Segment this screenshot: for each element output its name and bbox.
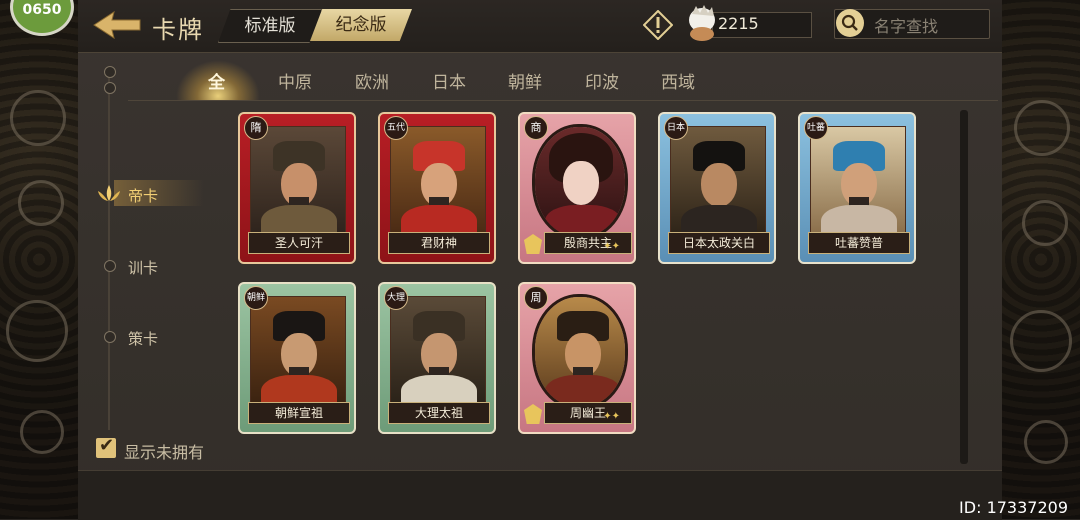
card-yinshang-gongzhu[interactable]: 商 殷商共主 ✦✦: [518, 112, 636, 264]
rank-star-icon: ✦✦: [603, 411, 620, 422]
swirl-ornament: [1010, 310, 1072, 372]
tab-japan[interactable]: 日本: [432, 68, 466, 93]
dynasty-badge: 五代: [384, 116, 408, 140]
right-decorative-border: [1002, 0, 1080, 519]
swirl-ornament: [18, 180, 64, 226]
card-name: 圣人可汗: [248, 232, 350, 254]
top-bar: 卡牌 标准版 纪念版 2215 名字查找: [78, 0, 1002, 53]
dynasty-badge: 隋: [244, 116, 268, 140]
search-icon[interactable]: [836, 9, 864, 37]
rail-node: [104, 82, 116, 94]
dynasty-badge: 商: [524, 116, 548, 140]
tab-all[interactable]: 全: [208, 68, 225, 93]
card-japan-kanpaku[interactable]: 日本 日本太政关白: [658, 112, 776, 264]
tab-korea[interactable]: 朝鲜: [508, 68, 542, 93]
card-name: 吐蕃赞普: [808, 232, 910, 254]
corner-badge[interactable]: 0650: [10, 0, 74, 36]
card-portrait: [670, 126, 766, 236]
search-placeholder: 名字查找: [874, 17, 939, 36]
swirl-ornament: [1022, 200, 1068, 246]
rail-node: [104, 66, 116, 78]
main-panel: 卡牌 标准版 纪念版 2215 名字查找 全 中原 欧洲 日本 朝鲜 印波 西域…: [78, 0, 1002, 520]
category-strategy[interactable]: 策卡: [128, 328, 158, 349]
tab-zhongyuan[interactable]: 中原: [278, 68, 312, 93]
rail-node: [104, 260, 116, 272]
card-list-scrollbar[interactable]: [960, 110, 968, 464]
card-tubo-zanpu[interactable]: 吐蕃 吐蕃赞普: [798, 112, 916, 264]
version-toggle: 标准版 纪念版: [218, 9, 418, 43]
dynasty-badge: 周: [524, 286, 548, 310]
tab-europe[interactable]: 欧洲: [355, 68, 389, 93]
page-title: 卡牌: [152, 16, 204, 44]
swirl-ornament: [20, 410, 64, 454]
back-arrow-icon[interactable]: [92, 8, 142, 42]
swirl-ornament: [1024, 420, 1068, 464]
swirl-ornament: [10, 90, 66, 146]
tab-divider: [128, 100, 998, 101]
category-rail: [108, 70, 110, 430]
card-name: 君财神: [388, 232, 490, 254]
category-emperor[interactable]: 帝卡: [128, 185, 158, 206]
card-zhou-youwang[interactable]: 周 周幽王 ✦✦: [518, 282, 636, 434]
card-portrait: [390, 126, 486, 236]
warning-icon[interactable]: [643, 10, 673, 40]
card-portrait: [810, 126, 906, 236]
dynasty-badge: 吐蕃: [804, 116, 828, 140]
tab-western-regions[interactable]: 西域: [661, 68, 695, 93]
card-name: 日本太政关白: [668, 232, 770, 254]
fox-mask-icon: [524, 404, 542, 424]
feather-currency-icon: [689, 5, 715, 41]
card-jun-caishen[interactable]: 五代 君财神: [378, 112, 496, 264]
card-portrait: [250, 296, 346, 406]
swirl-ornament: [6, 300, 68, 362]
rank-star-icon: ✦✦: [603, 241, 620, 252]
card-portrait: [532, 124, 628, 240]
currency-value: 2215: [718, 14, 759, 33]
standard-version-button[interactable]: 标准版: [218, 9, 322, 43]
card-dali-taizu[interactable]: 大理 大理太祖: [378, 282, 496, 434]
card-shengren-kehan[interactable]: 隋 圣人可汗: [238, 112, 356, 264]
category-training[interactable]: 训卡: [128, 257, 158, 278]
card-portrait: [250, 126, 346, 236]
show-unowned-label: 显示未拥有: [124, 443, 205, 462]
checkmark-icon: ✔: [99, 435, 115, 456]
rail-node: [104, 331, 116, 343]
lotus-icon: [98, 185, 120, 201]
left-decorative-border: 0650: [0, 0, 78, 519]
show-unowned-checkbox[interactable]: ✔: [96, 435, 116, 458]
card-name: 朝鲜宣祖: [248, 402, 350, 424]
swirl-ornament: [1014, 100, 1070, 156]
dynasty-badge: 日本: [664, 116, 688, 140]
fox-mask-icon: [524, 234, 542, 254]
dynasty-badge: 大理: [384, 286, 408, 310]
bottom-bar: [78, 470, 1002, 520]
card-joseon-seonjo[interactable]: 朝鲜 朝鲜宣祖: [238, 282, 356, 434]
tab-indo-persia[interactable]: 印波: [585, 68, 619, 93]
card-name: 大理太祖: [388, 402, 490, 424]
card-portrait: [532, 294, 628, 410]
dynasty-badge: 朝鲜: [244, 286, 268, 310]
commemorative-version-button[interactable]: 纪念版: [310, 9, 412, 41]
card-portrait: [390, 296, 486, 406]
region-tabs: 全 中原 欧洲 日本 朝鲜 印波 西域: [128, 60, 998, 100]
user-id: ID: 17337209: [959, 498, 1068, 517]
